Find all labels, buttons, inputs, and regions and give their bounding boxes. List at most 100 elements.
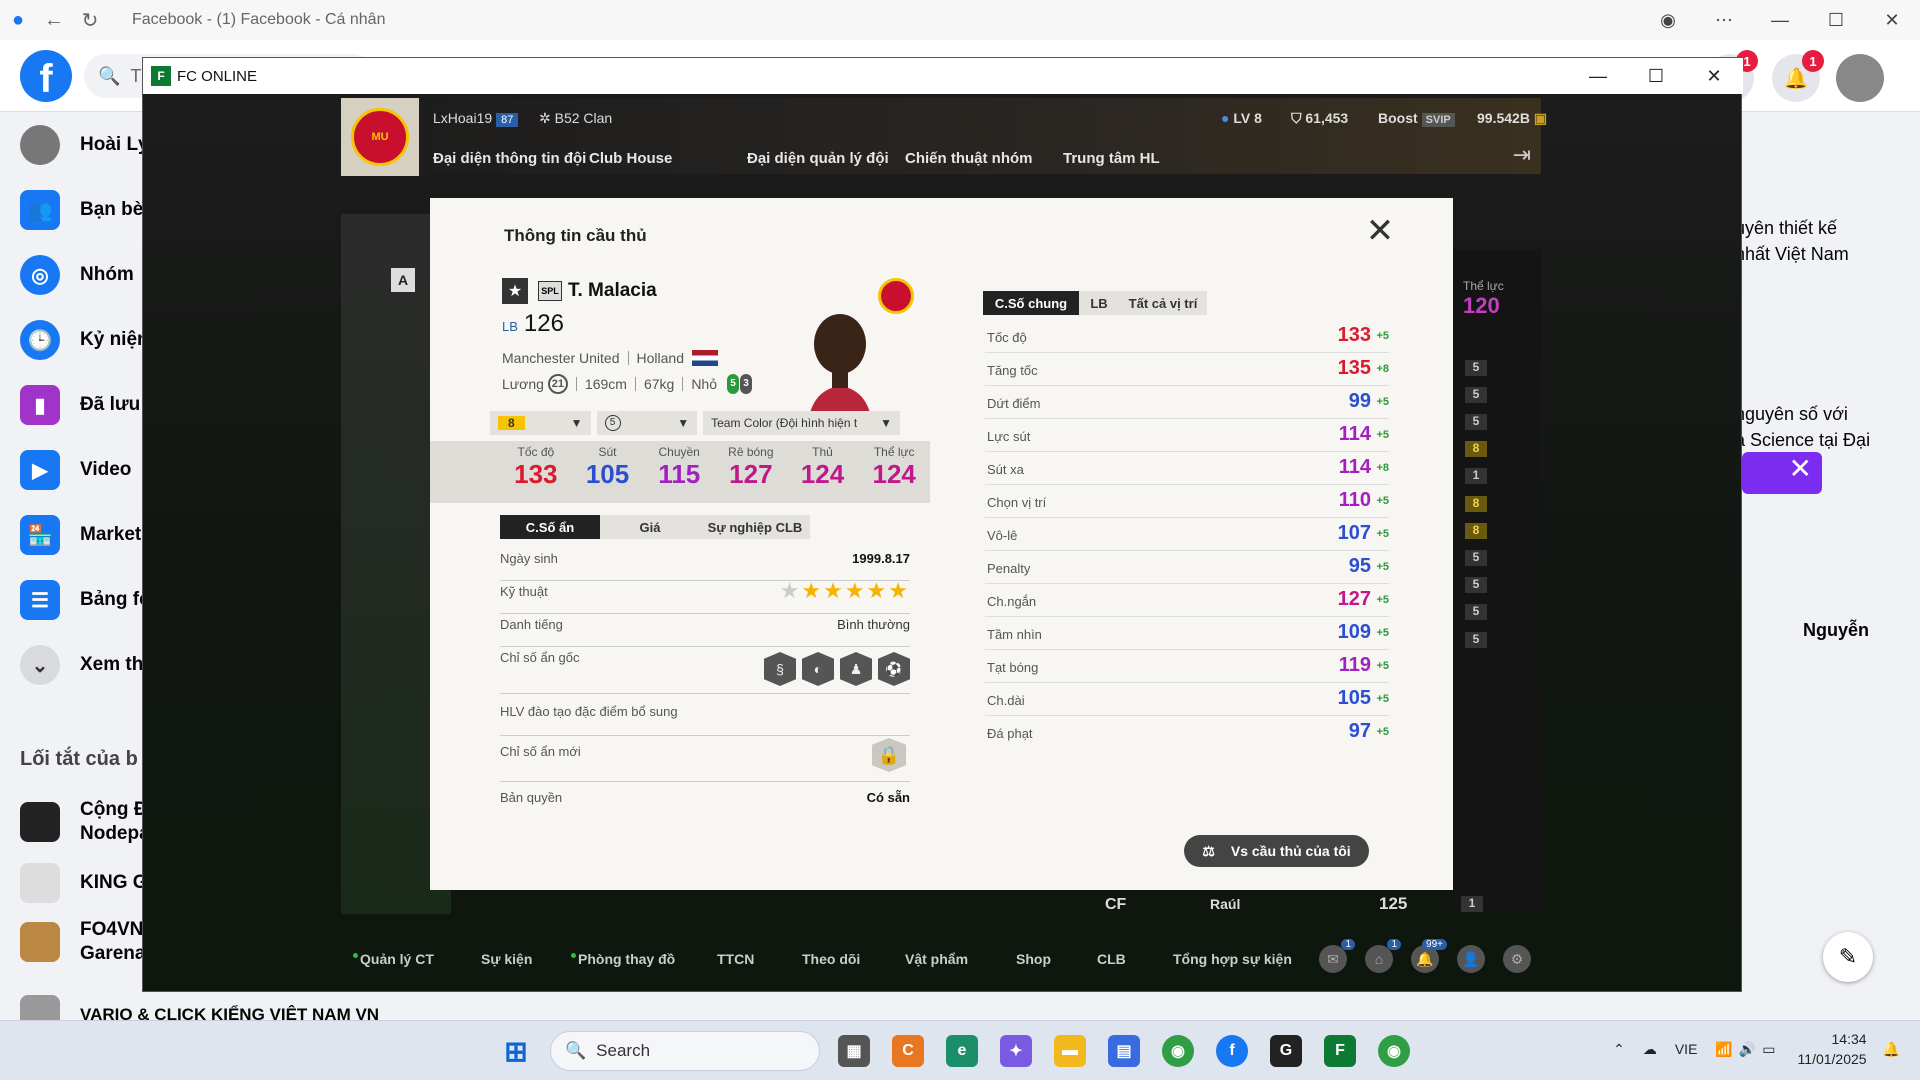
trait-icon[interactable]: § bbox=[764, 652, 796, 686]
profile-avatar[interactable] bbox=[1836, 54, 1884, 102]
menu-event-summary[interactable]: Tổng hợp sự kiện bbox=[1173, 951, 1292, 967]
menu-ttcn[interactable]: TTCN bbox=[717, 951, 754, 967]
right-tabs: C.Số chung LB Tất cả vị trí bbox=[983, 291, 1207, 315]
app-icon[interactable]: C bbox=[892, 1035, 924, 1067]
right-text: nguyên số với bbox=[1735, 404, 1848, 424]
menu-squad-manage[interactable]: Quản lý CT bbox=[353, 951, 434, 967]
sidebar-item-friends[interactable]: 👥 Bạn bè bbox=[20, 185, 143, 235]
menu-follow[interactable]: Theo dõi bbox=[802, 951, 860, 967]
tab-lb[interactable]: LB bbox=[1079, 291, 1119, 315]
cloud-icon[interactable]: ☁ bbox=[1643, 1041, 1657, 1058]
sidebar-item-feeds[interactable]: ☰ Bảng fe bbox=[20, 575, 150, 625]
shortcut-item[interactable]: FO4VN Garena bbox=[20, 912, 145, 972]
bell-icon: 🔔 bbox=[1783, 67, 1809, 90]
menu-items[interactable]: Vật phẩm bbox=[905, 951, 968, 967]
sidebar-item-marketplace[interactable]: 🏪 Market bbox=[20, 510, 141, 560]
tab-team-manager[interactable]: Đại diện quản lý đội bbox=[747, 150, 889, 167]
tab-tactics[interactable]: Chiến thuật nhóm bbox=[905, 150, 1033, 167]
wifi-icon[interactable]: 📶 bbox=[1715, 1041, 1732, 1058]
bg-player-pos: CF bbox=[1105, 896, 1127, 913]
edge-icon[interactable]: e bbox=[946, 1035, 978, 1067]
sidebar-item-groups[interactable]: ◎ Nhóm bbox=[20, 250, 134, 300]
tab-all-positions[interactable]: Tất cả vị trí bbox=[1119, 291, 1207, 315]
windows-start-icon[interactable]: ⊞ bbox=[500, 1035, 532, 1067]
man-utd-crest-icon: MU bbox=[351, 108, 409, 166]
fc-close-icon[interactable]: ✕ bbox=[1685, 58, 1743, 94]
exit-icon[interactable]: ⇥ bbox=[1513, 142, 1531, 168]
friends-icon[interactable]: 👤 bbox=[1457, 945, 1485, 973]
home-icon[interactable]: ⌂ 1 bbox=[1365, 939, 1401, 973]
chat-close-icon[interactable]: ✕ bbox=[1742, 452, 1822, 494]
shortcut-item[interactable]: KING G bbox=[20, 858, 148, 908]
menu-shop[interactable]: Shop bbox=[1016, 951, 1051, 967]
chrome-profile-icon[interactable]: ◉ bbox=[1378, 1035, 1410, 1067]
close-icon[interactable]: ✕ bbox=[1864, 0, 1920, 40]
chat-icon[interactable]: ✉ 1 bbox=[1319, 939, 1355, 973]
tab-general-stats[interactable]: C.Số chung bbox=[983, 291, 1079, 315]
globe-icon: ● bbox=[1221, 110, 1234, 126]
notifications-button[interactable]: 🔔 1 bbox=[1772, 50, 1824, 102]
back-icon[interactable]: ← bbox=[36, 2, 72, 38]
sidebar-item-video[interactable]: ▶ Video bbox=[20, 445, 131, 495]
facebook-logo-icon[interactable]: f bbox=[20, 50, 72, 102]
team-selector[interactable]: 5 ▼ bbox=[596, 411, 698, 435]
trait-icon[interactable]: ◐ bbox=[802, 652, 834, 686]
store-icon[interactable]: ▤ bbox=[1108, 1035, 1140, 1067]
tab-hidden-stats[interactable]: C.Số ẩn bbox=[500, 515, 600, 539]
tab-club-house[interactable]: Club House bbox=[589, 150, 672, 167]
stamina-header: Thể lực bbox=[1463, 279, 1504, 293]
trait-icon[interactable]: ⚽ bbox=[878, 652, 910, 686]
language-indicator[interactable]: VIE bbox=[1675, 1041, 1698, 1057]
facebook-right-column: uyên thiết kế nhất Việt Nam nguyên số vớ… bbox=[1735, 112, 1920, 1020]
menu-locker-room[interactable]: Phòng thay đồ bbox=[571, 951, 675, 967]
clock-icon: 🕒 bbox=[20, 320, 60, 360]
boost-info: Boost SVIP bbox=[1378, 110, 1459, 127]
favorite-star-icon[interactable]: ★ bbox=[502, 278, 528, 304]
minimize-icon[interactable]: — bbox=[1752, 0, 1808, 40]
fc-minimize-icon[interactable]: — bbox=[1569, 58, 1627, 94]
points: ⛉ 61,453 bbox=[1291, 110, 1349, 126]
sidebar-item-saved[interactable]: ▮ Đã lưu bbox=[20, 380, 140, 430]
more-icon[interactable]: ⋯ bbox=[1696, 0, 1752, 40]
fc-maximize-icon[interactable]: ☐ bbox=[1627, 58, 1685, 94]
sidebar-item-memories[interactable]: 🕒 Kỷ niệm bbox=[20, 315, 154, 365]
copilot-icon[interactable]: ✦ bbox=[1000, 1035, 1032, 1067]
fc-online-icon[interactable]: F bbox=[1324, 1035, 1356, 1067]
folder-icon[interactable]: ▬ bbox=[1054, 1035, 1086, 1067]
clock[interactable]: 14:34 11/01/2025 bbox=[1798, 1029, 1867, 1069]
close-icon[interactable]: ✕ bbox=[1362, 214, 1398, 252]
level-selector[interactable]: 8 ▼ bbox=[490, 411, 591, 435]
tab-training-center[interactable]: Trung tâm HL bbox=[1063, 150, 1160, 167]
garena-icon[interactable]: G bbox=[1270, 1035, 1302, 1067]
right-text: a Science tại Đại bbox=[1735, 430, 1871, 450]
avatar-icon[interactable]: ◉ bbox=[1640, 0, 1696, 40]
menu-events[interactable]: Sự kiện bbox=[481, 951, 532, 967]
body-type: Nhỏ bbox=[691, 376, 717, 392]
tab-team-info[interactable]: Đại diện thông tin đội bbox=[433, 150, 586, 167]
taskbar-search[interactable]: 🔍 Search bbox=[550, 1031, 820, 1071]
chevron-up-icon[interactable]: ⌃ bbox=[1613, 1041, 1625, 1058]
tab-club-career[interactable]: Sự nghiệp CLB bbox=[700, 515, 810, 539]
bell-icon[interactable]: 🔔 99+ bbox=[1411, 939, 1447, 973]
shortcut-item[interactable]: Cộng Đ Nodepa bbox=[20, 792, 150, 852]
refresh-icon[interactable]: ↻ bbox=[72, 2, 108, 38]
new-message-icon[interactable]: ✎ bbox=[1823, 932, 1873, 982]
notification-bell-icon[interactable]: 🔔 bbox=[1883, 1041, 1900, 1058]
task-view-icon[interactable]: ▦ bbox=[838, 1035, 870, 1067]
tab-price[interactable]: Giá bbox=[600, 515, 700, 539]
shortcut-icon bbox=[20, 922, 60, 962]
sidebar-item-see-more[interactable]: ⌄ Xem th bbox=[20, 640, 143, 690]
compare-my-player-button[interactable]: ⚖ Vs cầu thủ của tôi bbox=[1184, 835, 1369, 867]
menu-club[interactable]: CLB bbox=[1097, 951, 1126, 967]
trait-icon[interactable]: ♟ bbox=[840, 652, 872, 686]
sidebar-item-profile[interactable]: Hoài Lý bbox=[20, 120, 149, 170]
maximize-icon[interactable]: ☐ bbox=[1808, 0, 1864, 40]
volume-icon[interactable]: 🔊 bbox=[1739, 1041, 1756, 1058]
mini-stat: Thủ 124 bbox=[800, 445, 845, 489]
facebook-icon[interactable]: f bbox=[1216, 1035, 1248, 1067]
battery-icon[interactable]: ▭ bbox=[1762, 1041, 1775, 1058]
chrome-icon[interactable]: ◉ bbox=[1162, 1035, 1194, 1067]
team-color-selector[interactable]: Team Color (Đội hình hiện t ▼ bbox=[703, 411, 900, 435]
trait-icons: § ◐ ♟ ⚽ bbox=[758, 652, 910, 686]
gear-icon[interactable]: ⚙ bbox=[1503, 945, 1531, 973]
